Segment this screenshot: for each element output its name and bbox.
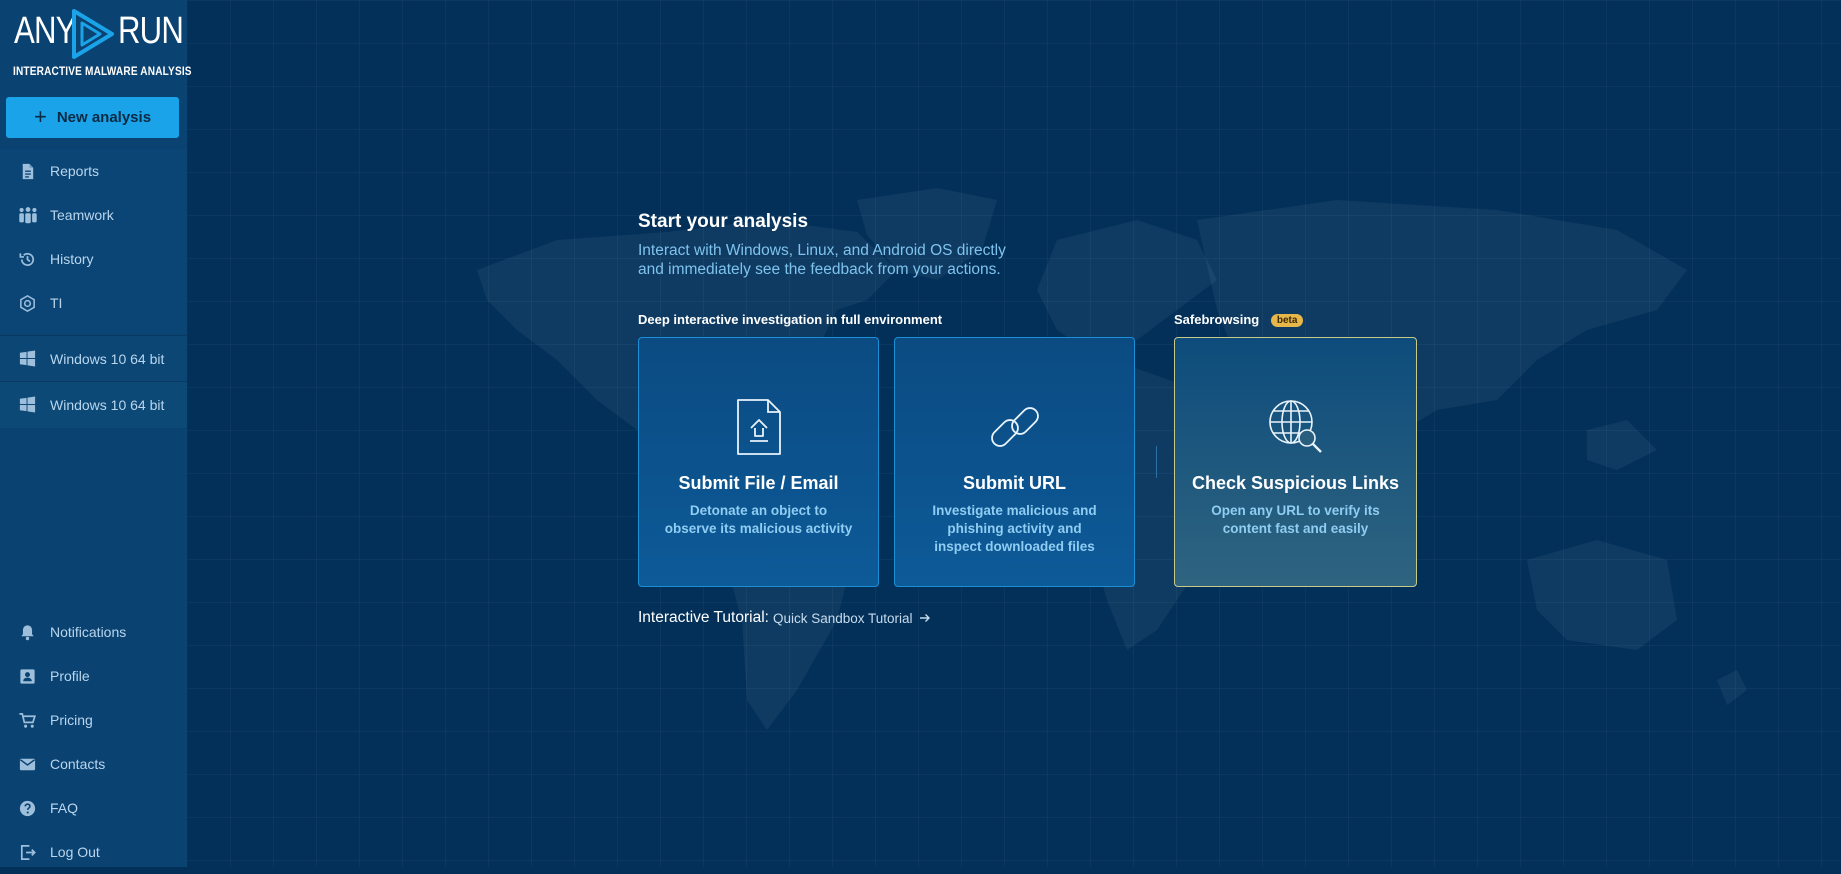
card-description: Open any URL to verify its content fast … — [1185, 502, 1406, 538]
desc-line: Investigate malicious and — [932, 503, 1097, 518]
arrow-right-icon — [919, 614, 930, 622]
mail-icon — [19, 758, 36, 771]
logo-word-run: RUN — [118, 10, 184, 52]
profile-icon — [20, 669, 35, 684]
bell-icon — [21, 625, 34, 641]
subtitle-line: Interact with Windows, Linux, and Androi… — [638, 242, 1006, 259]
sidebar-item-profile[interactable]: Profile — [0, 654, 187, 698]
sidebar: ANY RUN INTERACTIVE MALWARE ANALYSIS + N… — [0, 0, 192, 867]
desc-line: observe its malicious activity — [664, 521, 853, 536]
safebrowsing-text: Safebrowsing — [1174, 312, 1260, 327]
ti-icon — [20, 295, 35, 312]
card-description: Detonate an object to observe its malici… — [649, 502, 868, 538]
globe-search-icon — [1268, 400, 1322, 453]
sidebar-item-label: Notifications — [50, 624, 127, 640]
sidebar-item-label: FAQ — [50, 800, 79, 816]
task-windows-10-64-bit[interactable]: Windows 10 64 bit — [0, 381, 187, 428]
logout-icon — [20, 844, 36, 861]
submit-url-card[interactable]: Submit URL Investigate malicious and phi… — [894, 337, 1135, 587]
any-run-logo[interactable]: ANY RUN INTERACTIVE MALWARE ANALYSIS — [12, 4, 192, 80]
sidebar-item-notifications[interactable]: Notifications — [0, 610, 187, 654]
sidebar-item-label: Reports — [50, 163, 100, 179]
sidebar-item-label: Profile — [50, 668, 90, 684]
page-title: Start your analysis — [638, 211, 809, 232]
logo-tagline: INTERACTIVE MALWARE ANALYSIS — [13, 64, 192, 78]
vertical-divider — [1156, 446, 1157, 478]
cart-icon — [19, 712, 36, 728]
windows-icon — [19, 350, 36, 367]
main-content: Start your analysis Interact with Window… — [187, 0, 1841, 867]
check-suspicious-links-card[interactable]: Check Suspicious Links Open any URL to v… — [1174, 337, 1417, 587]
sidebar-item-label: Log Out — [50, 844, 100, 860]
task-label: Windows 10 64 bit — [50, 397, 165, 413]
sidebar-item-reports[interactable]: Reports — [0, 149, 187, 193]
help-icon — [19, 800, 36, 817]
new-analysis-label: New analysis — [56, 109, 152, 126]
team-icon — [19, 207, 37, 224]
file-upload-icon — [736, 399, 781, 455]
tutorial-prefix: Interactive Tutorial: — [638, 609, 769, 626]
sidebar-item-logout[interactable]: Log Out — [0, 830, 187, 874]
page-subtitle: Interact with Windows, Linux, and Androi… — [638, 241, 1058, 279]
play-logo-icon — [72, 9, 114, 59]
history-icon — [19, 252, 35, 266]
card-title: Check Suspicious Links — [1191, 473, 1400, 493]
card-description: Investigate malicious and phishing activ… — [905, 502, 1124, 556]
logo-word-any: ANY — [14, 10, 76, 52]
desc-line: content fast and easily — [1222, 521, 1369, 536]
desc-line: phishing activity and — [947, 521, 1082, 536]
sidebar-item-history[interactable]: History — [0, 237, 187, 281]
sidebar-item-label: History — [50, 251, 94, 267]
document-icon — [22, 163, 34, 180]
deep-investigation-label: Deep interactive investigation in full e… — [638, 312, 943, 327]
subtitle-line: and immediately see the feedback from yo… — [638, 261, 1001, 278]
desc-line: Detonate an object to — [689, 503, 828, 518]
sidebar-item-pricing[interactable]: Pricing — [0, 698, 187, 742]
quick-sandbox-tutorial-link[interactable]: Quick Sandbox Tutorial — [773, 611, 931, 626]
beta-badge: beta — [1270, 314, 1304, 327]
card-title: Submit File / Email — [678, 473, 839, 493]
windows-icon — [19, 396, 36, 413]
sidebar-item-teamwork[interactable]: Teamwork — [0, 193, 187, 237]
sidebar-item-contacts[interactable]: Contacts — [0, 742, 187, 786]
card-title: Submit URL — [963, 473, 1066, 493]
sidebar-item-faq[interactable]: FAQ — [0, 786, 187, 830]
sidebar-item-ti[interactable]: TI — [0, 281, 187, 325]
interactive-tutorial: Interactive Tutorial: Quick Sandbox Tuto… — [638, 609, 931, 627]
plus-icon: + — [33, 103, 47, 129]
sidebar-item-label: Contacts — [50, 756, 106, 772]
sidebar-item-label: Pricing — [50, 712, 93, 728]
sidebar-item-label: TI — [50, 295, 63, 311]
task-windows-10-64-bit[interactable]: Windows 10 64 bit — [0, 335, 187, 381]
task-label: Windows 10 64 bit — [50, 350, 165, 367]
tutorial-link-label: Quick Sandbox Tutorial — [772, 610, 913, 626]
new-analysis-button[interactable]: + New analysis — [6, 97, 179, 138]
submit-file-card[interactable]: Submit File / Email Detonate an object t… — [638, 337, 879, 587]
desc-line: Open any URL to verify its — [1211, 503, 1380, 518]
safebrowsing-label: Safebrowsing beta — [1174, 312, 1304, 327]
desc-line: inspect downloaded files — [934, 539, 1095, 554]
link-icon — [990, 407, 1039, 447]
sidebar-item-label: Teamwork — [50, 207, 114, 223]
